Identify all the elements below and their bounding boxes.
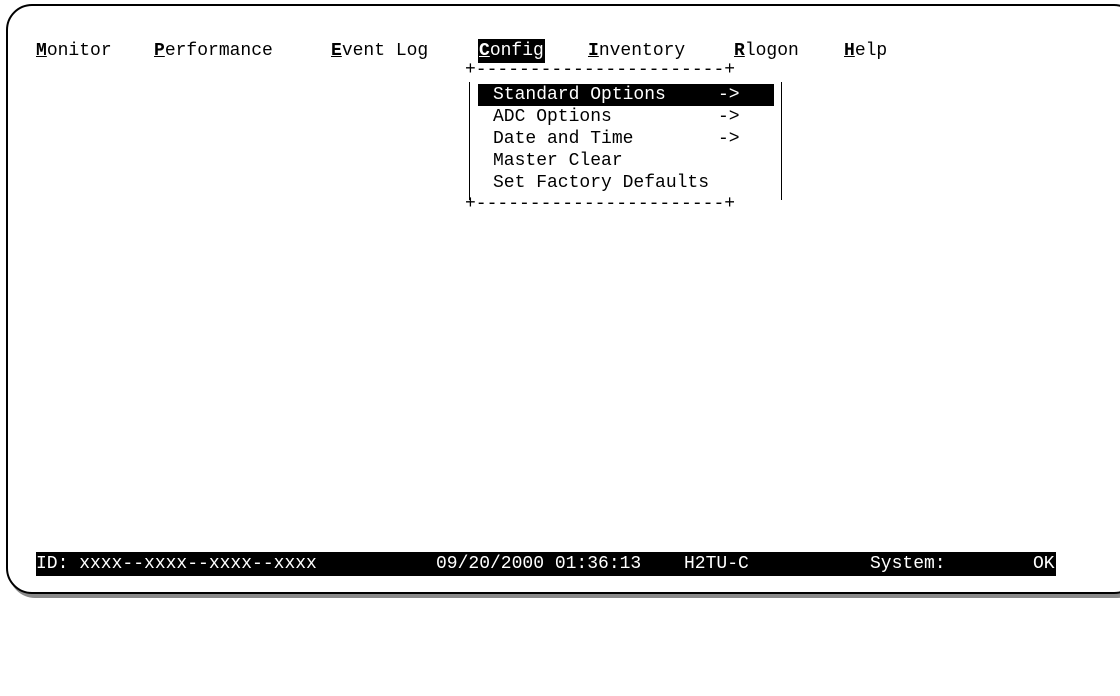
dropdown-top-border: +-----------------------+ [465, 60, 736, 80]
menu-help[interactable]: Help [844, 39, 887, 63]
menu-option-master-clear[interactable]: Master Clear [478, 150, 774, 172]
menu-rlogon-hotkey: R [734, 41, 745, 61]
dropdown-bottom-border: +-----------------------+ [465, 194, 736, 214]
submenu-arrow-icon: -> [718, 85, 740, 105]
menu-inventory-label: nventory [598, 41, 686, 61]
status-id: ID: xxxx--xxxx--xxxx--xxxx [36, 554, 317, 574]
option-label: Standard Options [493, 85, 666, 105]
menu-option-standard-options[interactable]: Standard Options -> [478, 84, 774, 106]
menu-monitor[interactable]: Monitor [36, 39, 112, 63]
menu-monitor-label: onitor [46, 41, 112, 61]
status-datetime: 09/20/2000 01:36:13 [436, 554, 642, 574]
menu-inventory-hotkey: I [588, 41, 599, 61]
dropdown-left-border [469, 82, 470, 200]
menu-option-adc-options[interactable]: ADC Options -> [478, 106, 774, 128]
menu-help-label: elp [854, 41, 888, 61]
status-unit: H2TU-C [684, 554, 749, 574]
menu-event-log-label: vent Log [341, 41, 429, 61]
menu-option-set-factory-defaults[interactable]: Set Factory Defaults [478, 172, 774, 194]
menu-config-label: onfig [489, 41, 544, 61]
menu-rlogon-label: logon [744, 41, 799, 61]
status-system-label: System: [870, 554, 946, 574]
option-label: Date and Time [493, 129, 634, 149]
menu-event-log-hotkey: E [331, 41, 342, 61]
status-bar: ID: xxxx--xxxx--xxxx--xxxx 09/20/2000 01… [36, 552, 1056, 576]
option-label: Master Clear [493, 151, 623, 171]
menu-bar: Monitor Performance Event Log Config Inv… [36, 39, 887, 63]
menu-help-hotkey: H [844, 41, 855, 61]
menu-performance[interactable]: Performance [154, 39, 273, 63]
menu-option-date-and-time[interactable]: Date and Time -> [478, 128, 774, 150]
menu-monitor-hotkey: M [36, 41, 47, 61]
status-system-value: OK [1033, 554, 1055, 574]
option-label: Set Factory Defaults [493, 173, 710, 193]
menu-config-hotkey: C [479, 41, 490, 61]
menu-event-log[interactable]: Event Log [331, 39, 428, 63]
dropdown-right-border [781, 82, 782, 200]
config-dropdown: +-----------------------+ Standard Optio… [465, 60, 788, 214]
submenu-arrow-icon: -> [718, 107, 740, 127]
menu-performance-hotkey: P [154, 41, 165, 61]
submenu-arrow-icon: -> [718, 129, 740, 149]
menu-performance-label: erformance [164, 41, 273, 61]
option-label: ADC Options [493, 107, 612, 127]
